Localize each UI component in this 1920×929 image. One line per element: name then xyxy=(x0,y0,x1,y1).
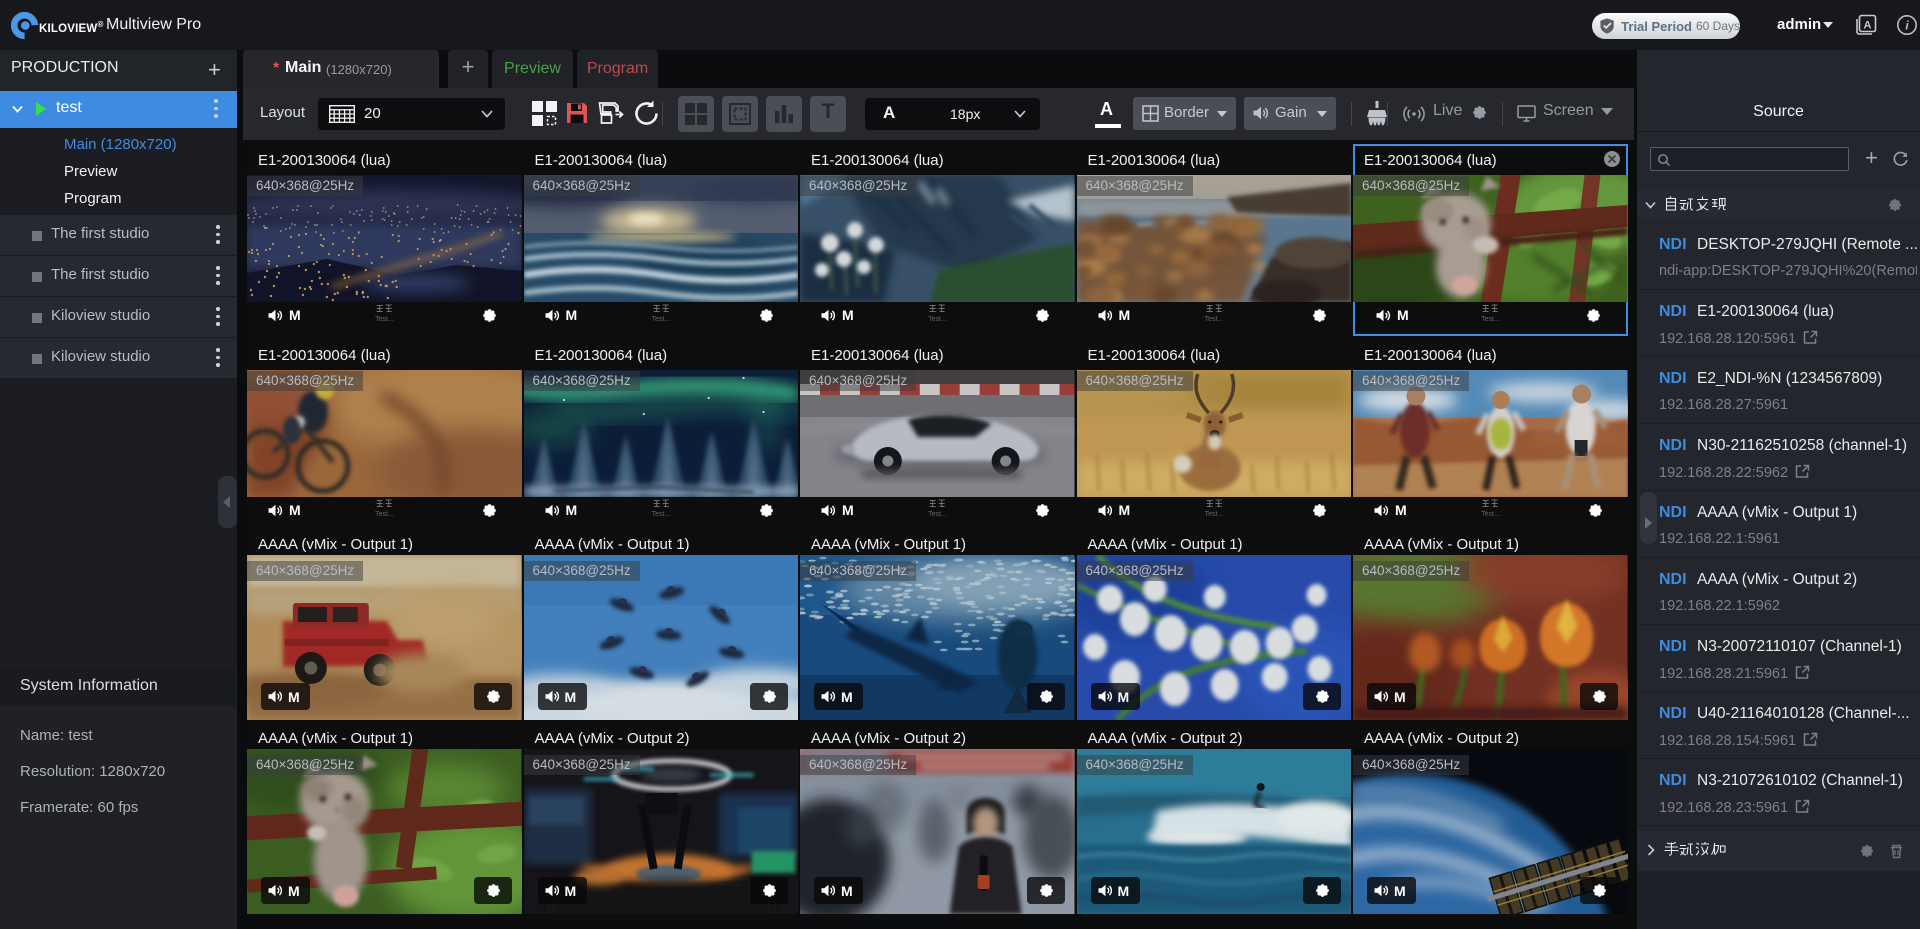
svg-text:A: A xyxy=(1864,20,1872,32)
svg-text:i: i xyxy=(1905,19,1909,33)
